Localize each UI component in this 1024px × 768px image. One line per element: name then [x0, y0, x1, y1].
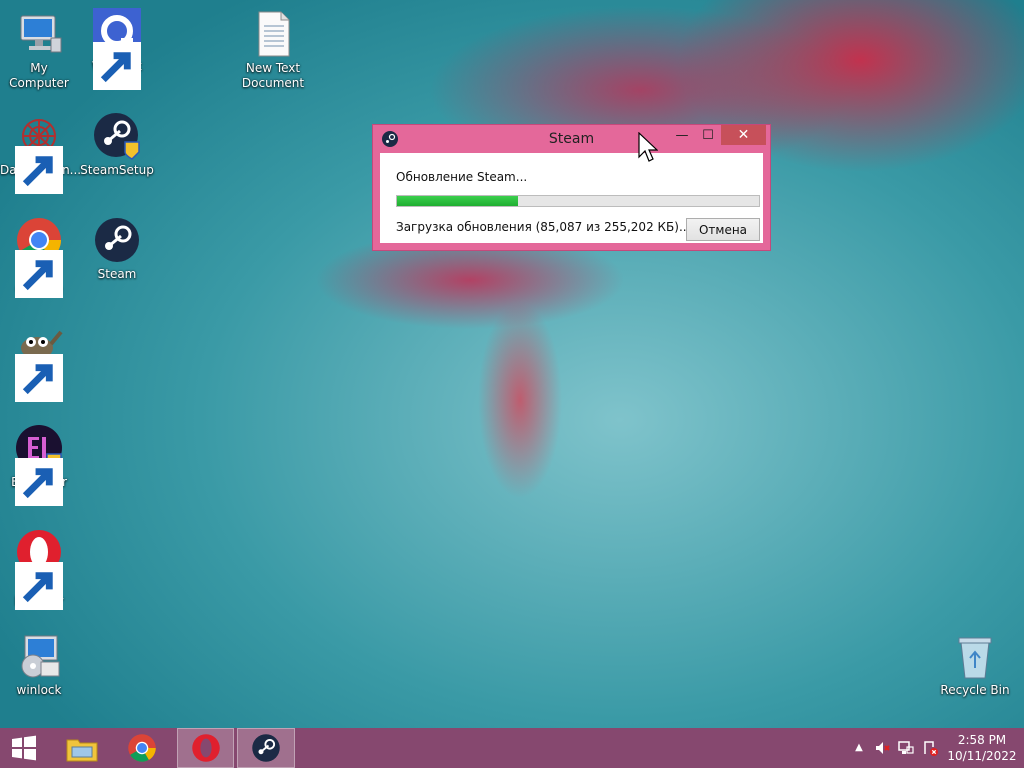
icon-label: Recycle Bin — [940, 683, 1010, 697]
folder-icon — [66, 739, 98, 762]
taskbar-steam[interactable] — [237, 728, 295, 768]
desktop: My Computer WinLock — [0, 0, 1024, 728]
icon-label: New Text Document — [241, 61, 305, 90]
taskbar-opera[interactable] — [177, 728, 234, 768]
steamsetup-icon-shortcut[interactable]: SteamSetup — [78, 112, 156, 178]
opera-icon — [15, 528, 63, 610]
download-status-label: Загрузка обновления (85,087 из 255,202 К… — [396, 220, 691, 234]
taskbar-clock[interactable]: 2:58 PM 10/11/2022 — [944, 732, 1020, 764]
exloader-icon-shortcut[interactable]: ExLoader — [0, 424, 78, 506]
action-center-alert-icon[interactable] — [922, 740, 938, 756]
close-button[interactable]: ✕ — [721, 125, 766, 145]
mouse-cursor-icon — [638, 131, 659, 164]
windows-logo-icon — [12, 735, 36, 761]
progress-fill — [397, 196, 518, 206]
network-icon[interactable] — [898, 740, 914, 756]
taskbar-file-explorer[interactable] — [58, 728, 106, 768]
icon-label: winlock — [16, 683, 62, 697]
clock-time: 2:58 PM — [957, 733, 1007, 747]
icon-label: My Computer — [9, 61, 69, 90]
shortcut-arrow-icon — [15, 562, 63, 610]
chrome-icon — [15, 216, 63, 298]
computer-icon — [15, 10, 63, 58]
shortcut-arrow-icon — [15, 250, 63, 298]
shortcut-arrow-icon — [93, 42, 141, 90]
icon-label: SteamSetup — [80, 163, 154, 177]
my-computer-icon-shortcut[interactable]: My Computer — [0, 10, 78, 91]
cancel-button[interactable]: Отмена — [686, 218, 760, 241]
steam-icon — [93, 216, 141, 264]
datawagon-icon-shortcut[interactable]: DataWagon... — [0, 112, 81, 194]
taskbar-google-chrome[interactable] — [118, 728, 166, 768]
gimp-icon — [15, 320, 63, 402]
exloader-icon — [15, 424, 63, 506]
taskbar: ▲ 2:58 PM 10/11/2022 — [0, 728, 1024, 768]
dialog-client-area: Обновление Steam... Загрузка обновления … — [380, 153, 763, 243]
show-hidden-icons-button[interactable]: ▲ — [851, 740, 867, 756]
shortcut-arrow-icon — [15, 354, 63, 402]
clock-date: 10/11/2022 — [947, 749, 1017, 763]
gimp-icon-shortcut[interactable]: GIMP 2.10.32 — [0, 320, 78, 402]
update-status-label: Обновление Steam... — [396, 170, 528, 184]
installer-icon — [15, 632, 63, 680]
chrome-icon — [128, 734, 156, 762]
new-text-document-icon-shortcut[interactable]: New Text Document — [234, 10, 312, 91]
winlock-app-icon-shortcut[interactable]: WinLock — [78, 8, 156, 90]
maximize-button[interactable]: ☐ — [695, 125, 721, 145]
google-chrome-icon-shortcut[interactable]: Google Chrome — [0, 216, 78, 298]
opera-icon-shortcut[interactable]: Opera Browser — [0, 528, 78, 610]
shortcut-arrow-icon — [15, 146, 63, 194]
steam-icon-shortcut[interactable]: Steam — [78, 216, 156, 282]
steam-update-dialog: Steam — ☐ ✕ Обновление Steam... Загрузка… — [372, 124, 771, 251]
volume-muted-icon[interactable] — [874, 740, 890, 756]
recycle-bin-icon — [951, 632, 999, 680]
text-document-icon — [249, 10, 297, 58]
recycle-bin-icon-shortcut[interactable]: Recycle Bin — [936, 632, 1014, 698]
start-button[interactable] — [0, 728, 48, 768]
dialog-titlebar[interactable]: Steam — ☐ ✕ — [373, 125, 770, 152]
winlock-installer-icon-shortcut[interactable]: winlock — [0, 632, 78, 698]
steam-icon — [252, 734, 280, 762]
steam-setup-icon — [93, 112, 141, 160]
update-progress-bar — [396, 195, 760, 207]
icon-label: Steam — [97, 267, 137, 281]
opera-icon — [191, 734, 220, 762]
winlock-icon — [93, 8, 141, 90]
shortcut-arrow-icon — [15, 458, 63, 506]
datawagon-icon — [15, 112, 63, 194]
minimize-button[interactable]: — — [669, 125, 695, 145]
